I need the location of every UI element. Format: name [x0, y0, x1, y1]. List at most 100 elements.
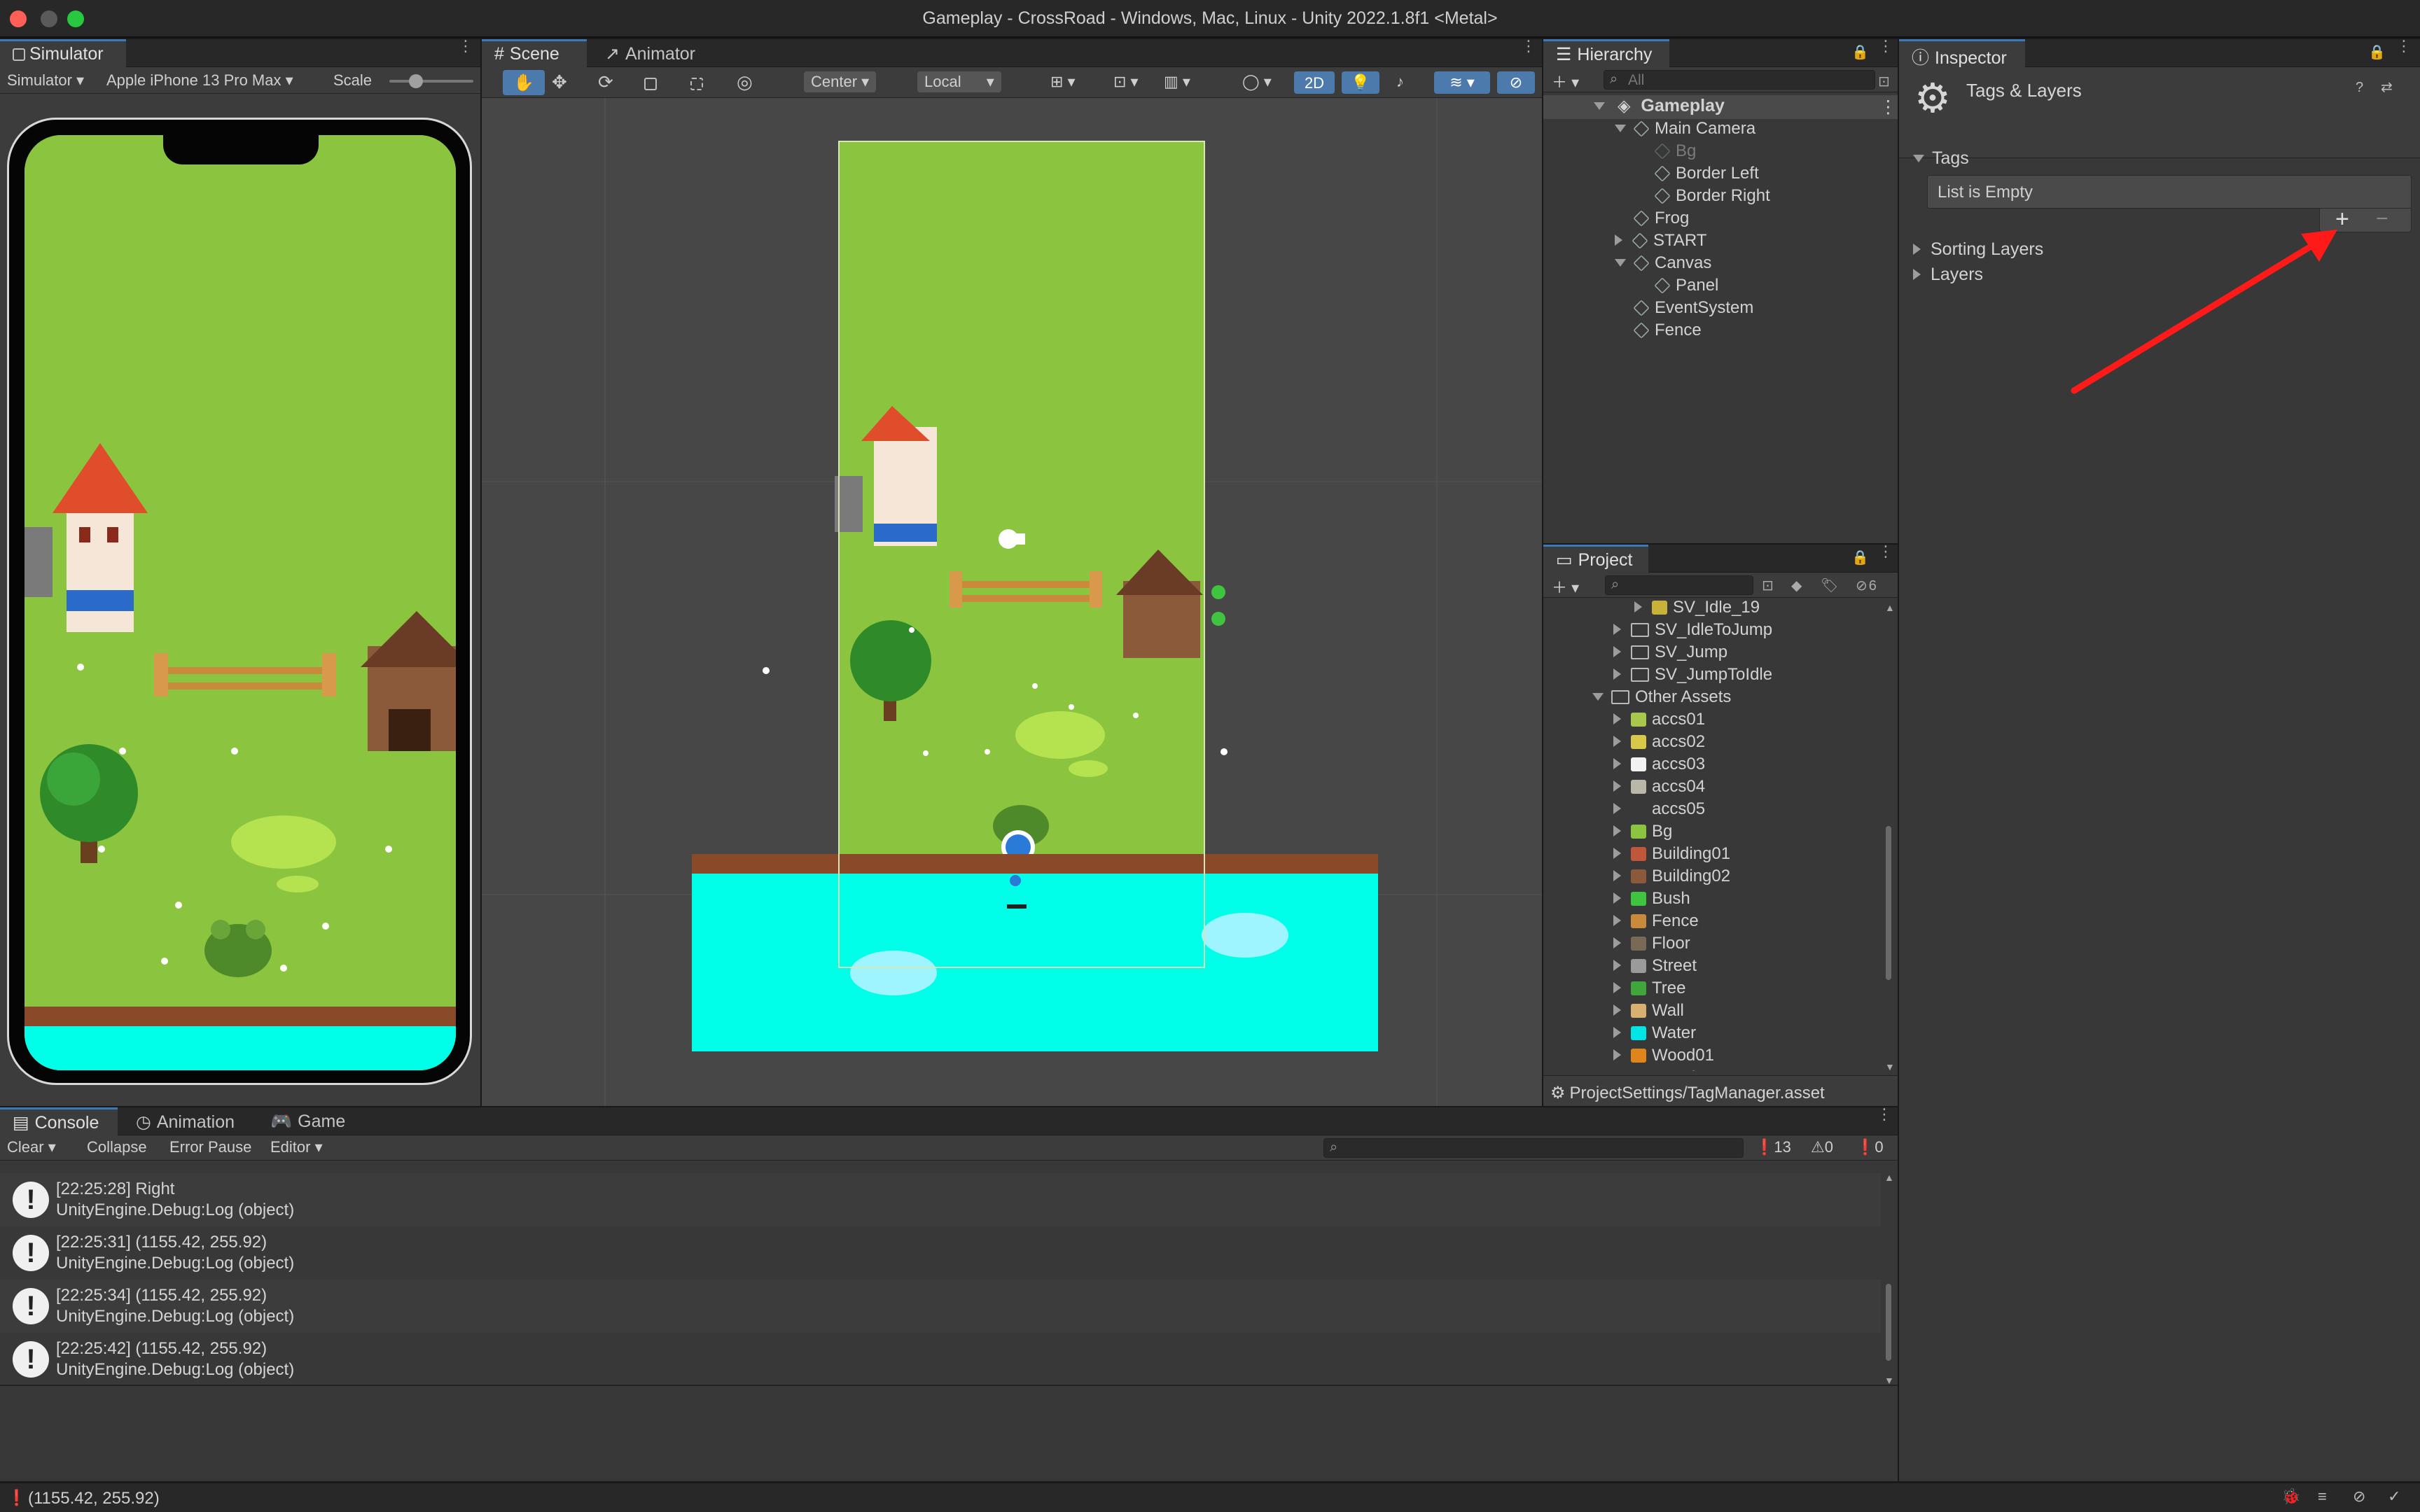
expand-arrow-icon[interactable] [1613, 915, 1621, 926]
expand-arrow-icon[interactable] [1613, 668, 1621, 680]
collapse-button[interactable]: Collapse [83, 1137, 151, 1158]
console-search-input[interactable]: ⌕ [1323, 1138, 1744, 1158]
scene-view[interactable] [482, 98, 1542, 1106]
lighting-toggle-icon[interactable]: 💡 [1342, 71, 1379, 94]
hierarchy-search-input[interactable]: ⌕ All [1604, 70, 1875, 90]
grid-snapping-icon[interactable]: ⊞ ▾ [1046, 71, 1080, 92]
console-log-entry[interactable]: ! [22:25:28] Right UnityEngine.Debug:Log (… [0, 1173, 1881, 1226]
project-search-input[interactable]: ⌕ [1605, 575, 1753, 595]
expand-arrow-icon[interactable] [1613, 780, 1621, 792]
search-by-type-icon[interactable]: ⊡ [1762, 577, 1774, 594]
project-item[interactable]: Wall [1613, 1001, 1684, 1023]
tab-animation[interactable]: ◷ Animation [123, 1107, 247, 1135]
hierarchy-item[interactable]: Border Right [1636, 186, 1770, 209]
hierarchy-item[interactable]: Main Camera [1615, 119, 1755, 141]
expand-arrow-icon[interactable] [1613, 848, 1621, 859]
console-log-entry[interactable]: ! [22:25:42] (1155.42, 255.92) UnityEngine… [0, 1333, 1881, 1386]
clear-button[interactable]: Clear ▾ [3, 1137, 60, 1158]
project-item[interactable]: Bg [1613, 822, 1672, 844]
panel-menu-icon[interactable]: ⋮ [1878, 545, 1893, 559]
status-message[interactable]: (1155.42, 255.92) [28, 1489, 160, 1508]
hierarchy-item[interactable]: Frog [1615, 209, 1689, 231]
search-by-label-icon[interactable]: ◆ [1791, 577, 1802, 594]
project-item[interactable]: Wood02 [1613, 1068, 1714, 1071]
console-log-entry[interactable]: ! [22:25:34] (1155.42, 255.92) UnityEngine… [0, 1280, 1881, 1333]
hidden-objects-icon[interactable]: ⊘ [1497, 71, 1535, 94]
expand-arrow-icon[interactable] [1615, 125, 1626, 132]
editor-dropdown[interactable]: Editor ▾ [266, 1137, 327, 1158]
expand-arrow-icon[interactable] [1613, 960, 1621, 971]
check-icon[interactable]: ✓ [2388, 1488, 2400, 1506]
expand-arrow-icon[interactable] [1615, 234, 1622, 246]
pivot-local-dropdown[interactable]: Local ▾ [917, 71, 1001, 92]
project-item[interactable]: accs01 [1613, 710, 1705, 732]
project-item[interactable]: accs02 [1613, 732, 1705, 755]
database-icon[interactable]: ≡ [2318, 1488, 2327, 1506]
expand-arrow-icon[interactable] [1613, 870, 1621, 881]
error-count-toggle[interactable]: ❗0 [1851, 1137, 1888, 1158]
bug-icon[interactable]: 🐞 [2281, 1488, 2300, 1506]
tab-simulator[interactable]: Simulator [0, 39, 126, 67]
panel-menu-icon[interactable]: ⋮ [1521, 39, 1536, 54]
hidden-packages-icon[interactable]: ⊘ 6 [1856, 577, 1877, 594]
panel-menu-icon[interactable]: ⋮ [1877, 1107, 1892, 1122]
lock-icon[interactable]: 🔒 [1851, 549, 1869, 566]
device-dropdown[interactable]: Apple iPhone 13 Pro Max ▾ [102, 70, 298, 91]
project-item[interactable]: Building01 [1613, 844, 1730, 867]
scroll-down-arrow-icon[interactable]: ▼ [1885, 1061, 1895, 1072]
expand-arrow-icon[interactable] [1613, 1027, 1621, 1038]
console-log-entry[interactable]: ! [22:25:31] (1155.42, 255.92) UnityEngine… [0, 1226, 1881, 1280]
no-connection-icon[interactable]: ⊘ [2353, 1488, 2365, 1506]
hierarchy-scene-row[interactable]: ◈ Gameplay ⋮ [1543, 95, 1898, 119]
expand-arrow-icon[interactable] [1613, 758, 1621, 769]
hierarchy-item[interactable]: Border Left [1636, 164, 1759, 186]
expand-arrow-icon[interactable] [1613, 646, 1621, 657]
scale-tool-icon[interactable] [644, 74, 657, 94]
tag-icon[interactable]: 🏷 [1821, 577, 1838, 594]
device-screen[interactable] [25, 135, 456, 1070]
audio-toggle-icon[interactable]: ♪ [1392, 71, 1408, 92]
project-item[interactable]: accs05 [1613, 799, 1705, 822]
project-item[interactable]: SV_IdleToJump [1613, 620, 1772, 643]
lock-icon[interactable]: 🔒 [1851, 43, 1869, 61]
scroll-up-arrow-icon[interactable]: ▲ [1885, 602, 1895, 613]
expand-arrow-icon[interactable] [1613, 1049, 1621, 1060]
project-item[interactable]: Tree [1613, 979, 1685, 1001]
project-item[interactable]: Fence [1613, 911, 1699, 934]
panel-menu-icon[interactable]: ⋮ [458, 39, 473, 54]
project-item[interactable]: Wood01 [1613, 1046, 1714, 1068]
project-item[interactable]: Bush [1613, 889, 1690, 911]
expand-arrow-icon[interactable] [1613, 1004, 1621, 1016]
console-scrollbar[interactable]: ▲ ▼ [1884, 1172, 1894, 1389]
project-item[interactable]: SV_Idle_19 [1634, 601, 1760, 620]
hierarchy-item[interactable]: Bg [1636, 141, 1696, 164]
project-item[interactable]: Street [1613, 956, 1697, 979]
hierarchy-item[interactable]: Fence [1615, 321, 1702, 343]
error-pause-button[interactable]: Error Pause [165, 1137, 256, 1158]
expand-arrow-icon[interactable] [1613, 982, 1621, 993]
tab-hierarchy[interactable]: ☰ Hierarchy [1543, 39, 1669, 67]
toggle-2d-button[interactable]: 2D [1294, 71, 1335, 94]
panel-menu-icon[interactable]: ⋮ [1878, 39, 1893, 54]
info-count-toggle[interactable]: ❗13 [1751, 1137, 1795, 1158]
hierarchy-item[interactable]: START [1615, 231, 1706, 253]
warning-count-toggle[interactable]: ⚠0 [1807, 1137, 1837, 1158]
transform-tool-icon[interactable]: ◎ [737, 71, 753, 93]
add-object-button[interactable]: ＋ ▾ [1548, 69, 1583, 91]
project-item[interactable]: Other Assets [1592, 687, 1731, 710]
project-item[interactable]: Floor [1613, 934, 1690, 956]
hierarchy-item[interactable]: EventSystem [1615, 298, 1753, 321]
expand-arrow-icon[interactable] [1634, 601, 1642, 612]
hand-tool-button[interactable]: ✋ [503, 70, 545, 95]
increment-snap-icon[interactable]: ⊡ ▾ [1109, 71, 1143, 92]
scale-slider[interactable] [389, 74, 473, 88]
expand-arrow-icon[interactable] [1615, 259, 1626, 267]
scene-menu-icon[interactable]: ⋮ [1879, 97, 1897, 118]
expand-arrow-icon[interactable] [1613, 825, 1621, 836]
expand-arrow-icon[interactable] [1613, 803, 1621, 814]
pivot-center-dropdown[interactable]: Center ▾ [804, 71, 877, 92]
simulator-mode-dropdown[interactable]: Simulator ▾ [3, 70, 88, 91]
expand-arrow-icon[interactable] [1613, 624, 1621, 635]
move-tool-icon[interactable]: ✥ [552, 71, 567, 93]
scroll-up-arrow-icon[interactable]: ▲ [1884, 1172, 1894, 1183]
